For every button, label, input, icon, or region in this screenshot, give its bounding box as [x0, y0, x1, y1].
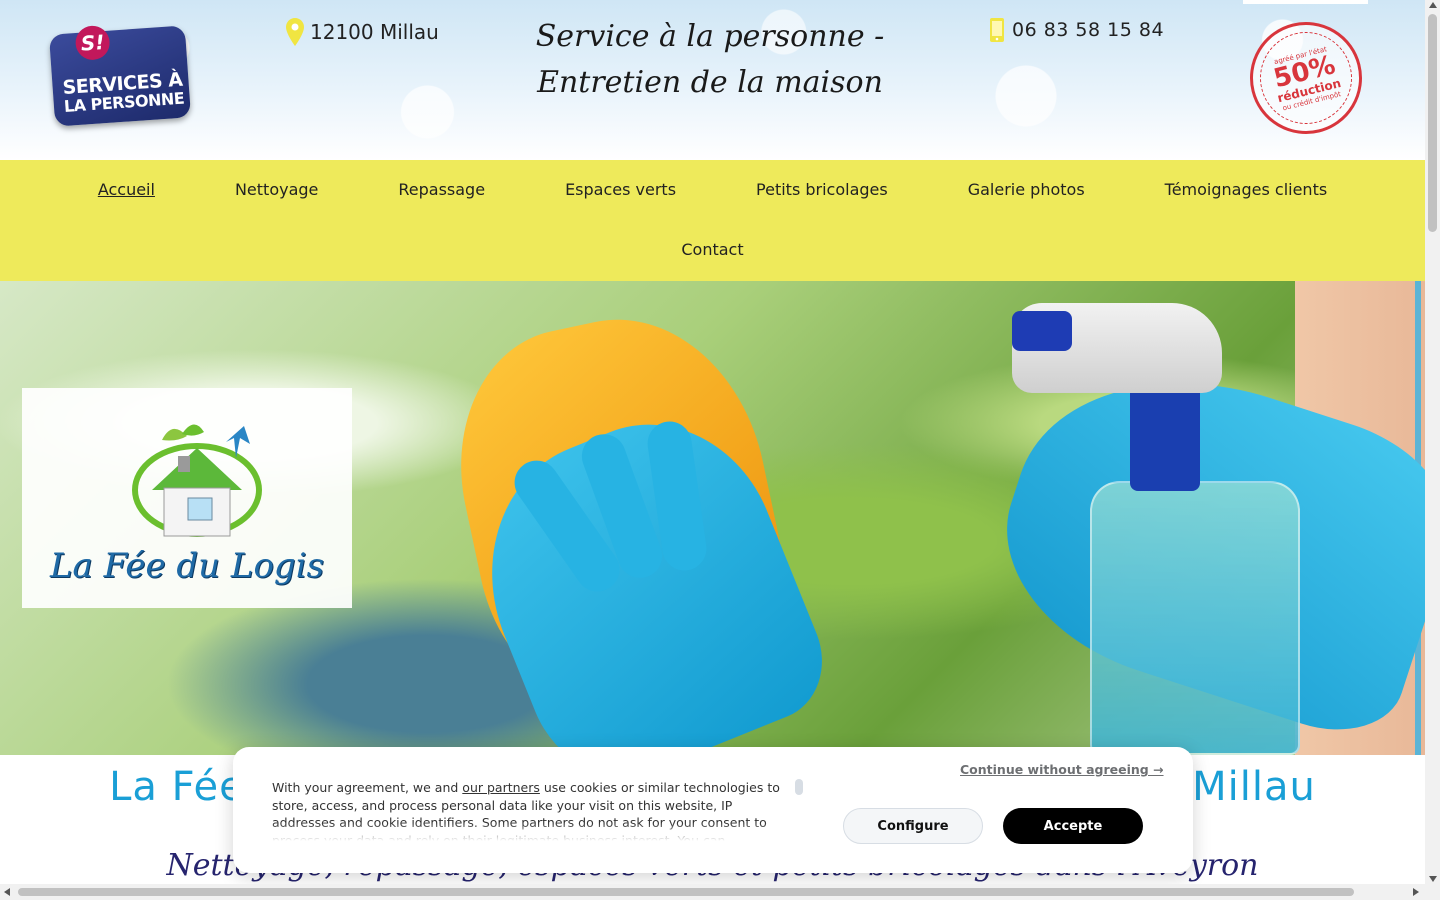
house-logo-icon — [132, 424, 262, 537]
vertical-scrollbar[interactable] — [1425, 0, 1440, 884]
stamp-sub: ou crédit d'impôt — [1281, 89, 1342, 112]
map-pin-icon — [286, 18, 304, 46]
phone-number[interactable]: 06 83 58 15 84 — [1012, 19, 1164, 41]
brand-logo-card[interactable]: La Fée du Logis — [22, 388, 352, 608]
horizontal-scrollbar[interactable] — [0, 884, 1440, 900]
nav-row-2: Contact — [0, 238, 1425, 261]
accept-button[interactable]: Accepte — [1003, 808, 1143, 844]
cookie-text-before: With your agreement, we and — [272, 780, 463, 795]
header-tagline: Service à la personne - Entretien de la … — [535, 19, 885, 100]
scroll-right-icon[interactable] — [1413, 888, 1419, 896]
horizontal-scroll-thumb[interactable] — [18, 888, 1354, 896]
nav-item-accueil[interactable]: Accueil — [58, 178, 195, 201]
scroll-up-icon[interactable] — [1429, 2, 1437, 8]
nav-item-nettoyage[interactable]: Nettoyage — [195, 178, 358, 201]
hero-spray-bottle — [1090, 481, 1300, 755]
cookie-consent-banner: With your agreement, we and our partners… — [233, 747, 1193, 873]
brand-logo-text: La Fée du Logis — [49, 546, 325, 586]
mobile-phone-icon — [990, 18, 1004, 42]
stamp-label: réduction — [1275, 75, 1343, 105]
phone[interactable]: 06 83 58 15 84 — [990, 18, 1164, 42]
sap-logo-badge: S! — [74, 24, 111, 61]
cookie-text: With your agreement, we and our partners… — [272, 779, 792, 841]
configure-button[interactable]: Configure — [843, 808, 983, 844]
vertical-scroll-thumb[interactable] — [1428, 14, 1437, 232]
continue-without-agreeing-link[interactable]: Continue without agreeing → — [960, 762, 1164, 777]
location-text: 12100 Millau — [310, 20, 439, 44]
scroll-left-icon[interactable] — [4, 888, 10, 896]
nav-item-temoignages[interactable]: Témoignages clients — [1125, 178, 1368, 201]
location: 12100 Millau — [286, 18, 439, 46]
hero-spray-nozzle — [1012, 311, 1072, 351]
nav-item-espaces-verts[interactable]: Espaces verts — [525, 178, 716, 201]
stamp-percent: 50% — [1270, 49, 1339, 94]
tax-reduction-stamp: agréé par l'état 50% réduction ou crédit… — [1238, 10, 1374, 146]
nav-row: Accueil Nettoyage Repassage Espaces vert… — [0, 178, 1425, 201]
cookie-text-scrollbar[interactable] — [795, 779, 803, 795]
page-title-right: Millau — [1192, 764, 1316, 810]
site-header: S! SERVICES À LA PERSONNE 12100 Millau S… — [0, 0, 1425, 160]
services-a-la-personne-logo[interactable]: S! SERVICES À LA PERSONNE — [48, 24, 192, 127]
scroll-down-icon[interactable] — [1429, 876, 1437, 882]
main-nav: Accueil Nettoyage Repassage Espaces vert… — [0, 160, 1425, 281]
nav-item-petits-bricolages[interactable]: Petits bricolages — [716, 178, 928, 201]
nav-item-contact[interactable]: Contact — [641, 238, 783, 261]
nav-item-repassage[interactable]: Repassage — [358, 178, 525, 201]
top-tab — [1243, 0, 1368, 4]
stamp-ring-text: agréé par l'état — [1273, 44, 1328, 66]
nav-item-galerie-photos[interactable]: Galerie photos — [928, 178, 1125, 201]
page-title-left: La Fée — [109, 764, 245, 810]
partners-link[interactable]: our partners — [462, 780, 540, 795]
